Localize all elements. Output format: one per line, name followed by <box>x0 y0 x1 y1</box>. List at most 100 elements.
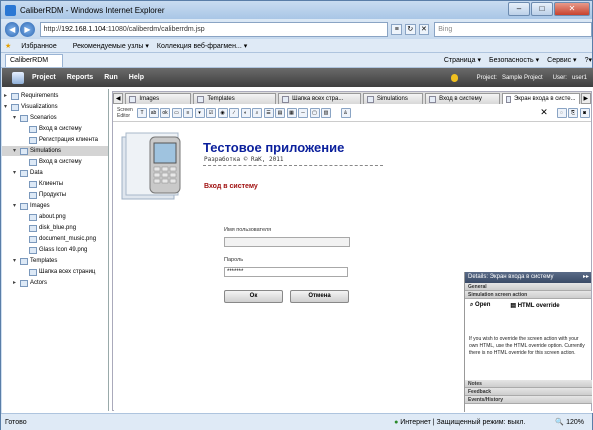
checkbox-tool-icon[interactable]: ☑ <box>206 108 216 118</box>
menu-run[interactable]: Run <box>104 74 118 81</box>
tree-item[interactable]: Glass Icon 49.png <box>22 245 87 255</box>
tree-item[interactable]: Регистрация клиента <box>22 135 98 145</box>
tree-item[interactable]: Клиенты <box>22 179 63 189</box>
grid-tool-icon[interactable]: ▥ <box>321 108 331 118</box>
tab-scroll-right-icon[interactable]: ▶ <box>580 93 591 104</box>
forward-button[interactable]: ▶ <box>20 21 35 37</box>
password-field[interactable]: ******* <box>224 267 348 277</box>
favorites-button[interactable]: ★ Избранное <box>5 42 65 50</box>
textarea-tool-icon[interactable]: ≡ <box>183 108 193 118</box>
editor-tab[interactable]: Вход в систему <box>425 93 501 104</box>
camera-icon[interactable]: ◙ <box>579 108 590 118</box>
refresh-icon[interactable]: ↻ <box>405 23 416 35</box>
link-tool-icon[interactable]: ∕ <box>229 108 239 118</box>
tree-item[interactable]: ▾ Simulations <box>2 146 108 156</box>
search-input[interactable]: Bing <box>434 21 593 37</box>
app-title: Тестовое приложение <box>203 140 345 155</box>
ok-button[interactable]: Ок <box>224 290 283 303</box>
frame-tool-icon[interactable]: ▢ <box>309 108 320 118</box>
close-button[interactable]: ✕ <box>554 2 590 16</box>
line-tool-icon[interactable]: ─ <box>298 108 308 118</box>
person-tool-icon[interactable]: ♙ <box>340 108 351 118</box>
compat-icon[interactable]: ≡ <box>391 23 403 35</box>
tree-item[interactable]: Шапка всех страниц <box>22 267 95 277</box>
label-tool-icon[interactable]: ab <box>148 108 159 118</box>
tree-item[interactable]: Вход в систему <box>22 157 82 167</box>
expand-icon[interactable]: ▾ <box>13 113 20 123</box>
search-tool-icon[interactable]: ⌕ <box>252 108 262 118</box>
menu-project[interactable]: Project <box>32 74 56 81</box>
web-slice-gallery[interactable]: Коллекция веб-фрагмен... ▾ <box>157 42 247 50</box>
tree-item[interactable]: ▸ Actors <box>13 278 47 288</box>
username-field[interactable] <box>224 237 350 247</box>
input-tool-icon[interactable]: ▭ <box>171 108 182 118</box>
status-bar: Готово ● Интернет | Защищенный режим: вы… <box>1 413 592 430</box>
tree-item[interactable]: ▾ Scenarios <box>13 113 57 123</box>
tree-item[interactable]: ▾ Templates <box>13 256 57 266</box>
node-icon <box>20 257 28 265</box>
attach-icon[interactable]: ◌ <box>556 108 567 118</box>
panel-tool-icon[interactable]: ▤ <box>275 108 285 118</box>
editor-tab[interactable]: Templates <box>193 93 277 104</box>
expand-icon[interactable]: ▾ <box>13 168 20 178</box>
login-heading: Вход в систему <box>204 183 258 190</box>
expand-icon[interactable]: ▾ <box>13 201 20 211</box>
editor-tab[interactable]: Images <box>125 93 192 104</box>
tree-item[interactable]: ▸ Requirements <box>4 91 58 101</box>
expand-icon[interactable]: ▾ <box>13 146 20 156</box>
radio-tool-icon[interactable]: ◉ <box>217 108 228 118</box>
editor-tab[interactable]: Шапка всех стра... <box>278 93 361 104</box>
general-section[interactable]: General <box>465 283 591 291</box>
suggested-sites[interactable]: Рекомендуемые узлы ▾ <box>73 42 149 50</box>
menu-reports[interactable]: Reports <box>67 74 93 81</box>
help-menu[interactable]: ?▾ <box>585 56 592 64</box>
tree-item[interactable]: disk_blue.png <box>22 223 76 233</box>
tree-item[interactable]: document_music.png <box>22 234 96 244</box>
tree-item[interactable]: Продукты <box>22 190 66 200</box>
export-icon[interactable]: ⎘ <box>568 108 578 118</box>
expand-icon[interactable]: ▸ <box>13 278 20 288</box>
list-tool-icon[interactable]: ☰ <box>263 108 274 118</box>
editor-pane: ◀ Images Templates Шапка всех стра... Simula… <box>112 91 592 412</box>
expand-icon[interactable]: ▾ <box>13 256 20 266</box>
minimize-button[interactable]: – <box>508 2 530 16</box>
html-override-option[interactable]: ▤ HTML override <box>510 302 569 309</box>
menu-help[interactable]: Help <box>129 74 144 81</box>
tree-item-label: Glass Icon 49.png <box>39 247 88 253</box>
page-menu[interactable]: Страница ▾ <box>444 56 481 64</box>
tab-scroll-left-icon[interactable]: ◀ <box>113 93 124 104</box>
bulb-icon[interactable] <box>450 73 458 82</box>
notes-section[interactable]: Notes <box>465 380 592 388</box>
open-option[interactable]: ⌕ Open <box>470 302 500 309</box>
tree-item[interactable]: about.png <box>22 212 66 222</box>
feedback-section[interactable]: Feedback <box>465 388 592 396</box>
expand-icon[interactable]: ▾ <box>4 102 11 112</box>
editor-tab[interactable]: Simulations <box>362 93 424 104</box>
service-menu[interactable]: Сервис ▾ <box>547 56 576 64</box>
zoom-level[interactable]: 🔍 120% <box>555 418 584 426</box>
table-tool-icon[interactable]: ▦ <box>286 108 297 118</box>
button-tool-icon[interactable]: ok <box>160 108 170 118</box>
tree-item[interactable]: ▾ Data <box>13 168 43 178</box>
delete-icon[interactable]: ✕ <box>539 108 549 118</box>
expand-icon[interactable]: ▸ <box>4 91 11 101</box>
select-tool-icon[interactable]: ▾ <box>194 108 205 118</box>
cancel-button[interactable]: Отмена <box>290 290 349 303</box>
browser-tab[interactable]: CaliberRDM <box>5 53 64 67</box>
maximize-button[interactable]: □ <box>531 2 553 16</box>
favorites-bar: ★ Избранное Рекомендуемые узлы ▾ Коллекц… <box>1 39 592 53</box>
stop-icon[interactable]: ✕ <box>418 23 430 35</box>
tree-item-label: about.png <box>39 214 66 220</box>
url-input[interactable]: http://192.168.1.104:11080/caliberdm/cal… <box>39 21 389 37</box>
image-tool-icon[interactable]: ◐ <box>240 108 251 118</box>
tree-item[interactable]: ▾ Visualizations <box>4 102 58 112</box>
editor-tab[interactable]: Экран входа в систе... <box>502 93 580 104</box>
security-menu[interactable]: Безопасность ▾ <box>489 56 539 64</box>
tree-item[interactable]: ▾ Images <box>13 201 50 211</box>
tree-item[interactable]: Вход в систему <box>22 124 82 134</box>
tree-item-label: Scenarios <box>30 115 57 121</box>
action-section[interactable]: Simulation screen action <box>465 291 591 299</box>
text-tool-icon[interactable]: T <box>137 108 147 118</box>
events-section[interactable]: Events/History <box>465 396 592 404</box>
back-button[interactable]: ◀ <box>5 21 20 37</box>
